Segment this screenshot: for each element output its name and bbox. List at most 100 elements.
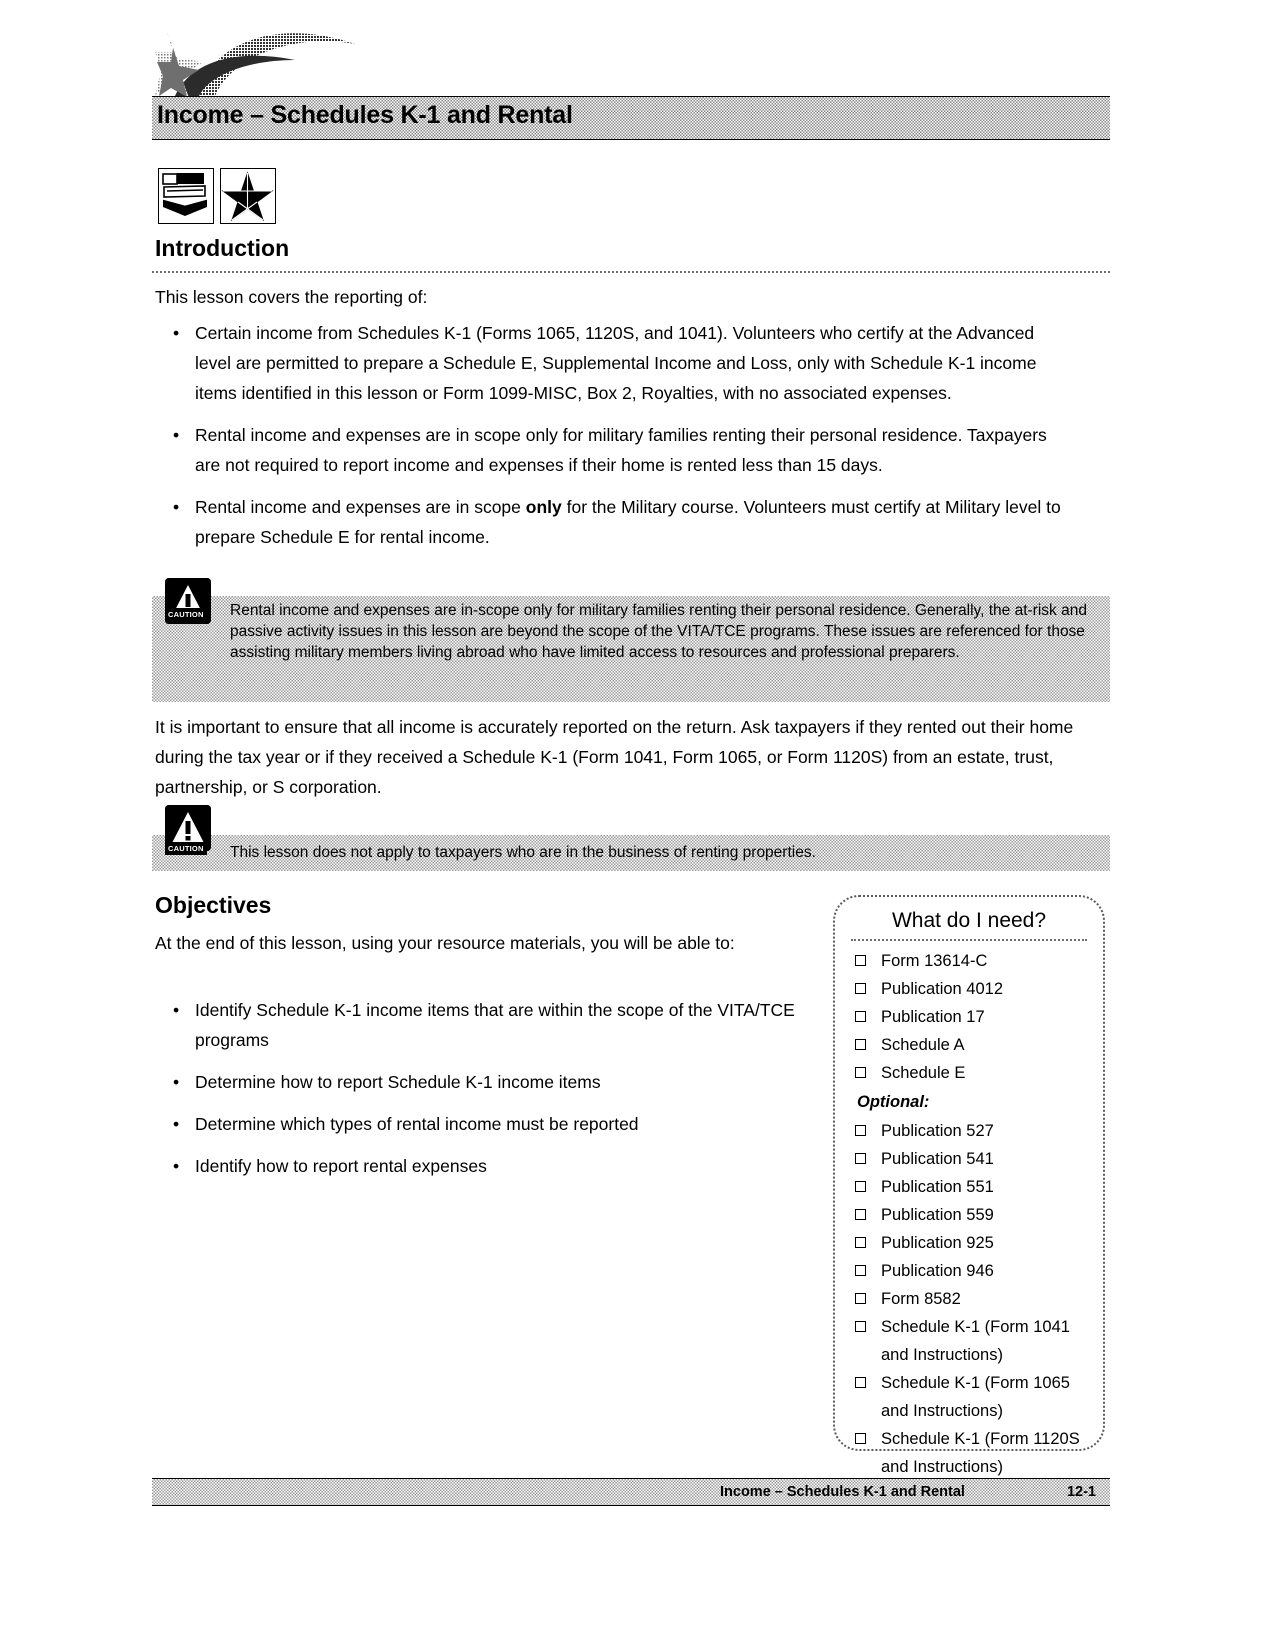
list-item: • Determine which types of rental income… xyxy=(155,1109,815,1139)
body-paragraph: It is important to ensure that all incom… xyxy=(155,717,1074,797)
bullet-dot: • xyxy=(173,497,180,517)
page-footer: Income – Schedules K-1 and Rental 12-1 xyxy=(152,1478,1110,1506)
checkbox[interactable] xyxy=(855,1265,866,1276)
checklist-item-label: Schedule E xyxy=(881,1064,966,1082)
checklist-item[interactable]: Publication 551 xyxy=(851,1173,1093,1201)
list-item-label-pre: Rental income and expenses are in scope xyxy=(195,497,526,517)
caution-box-1: Rental income and expenses are in-scope … xyxy=(152,596,1110,702)
checklist-item[interactable]: Publication 527 xyxy=(851,1117,1093,1145)
header-swoosh-art xyxy=(155,18,415,98)
checklist-item[interactable]: Publication 559 xyxy=(851,1201,1093,1229)
list-item: • Rental income and expenses are in scop… xyxy=(155,420,1070,480)
list-item: • Determine how to report Schedule K-1 i… xyxy=(155,1067,815,1097)
checklist-item-label: Publication 551 xyxy=(881,1178,994,1196)
list-item-label: Determine how to report Schedule K-1 inc… xyxy=(195,1072,601,1092)
checklist-item-label: Publication 541 xyxy=(881,1150,994,1168)
list-item: • Identify how to report rental expenses xyxy=(155,1151,815,1181)
checklist-item[interactable]: Publication 541 xyxy=(851,1145,1093,1173)
caution-box-2-text: This lesson does not apply to taxpayers … xyxy=(230,844,816,861)
list-item-label: Determine which types of rental income m… xyxy=(195,1114,639,1134)
list-item: • Rental income and expenses are in scop… xyxy=(155,492,1070,552)
bullet-dot: • xyxy=(173,1156,180,1176)
checklist-item[interactable]: Publication 946 xyxy=(851,1257,1093,1285)
checklist-item[interactable]: Schedule K-1 (Form 1065 and Instructions) xyxy=(851,1369,1093,1425)
objectives-lead-text: At the end of this lesson, using your re… xyxy=(155,933,735,953)
what-do-i-need-divider xyxy=(851,939,1087,941)
what-do-i-need-list: Form 13614-C Publication 4012 Publication … xyxy=(835,947,1103,1493)
checkbox[interactable] xyxy=(855,1039,866,1050)
checkbox[interactable] xyxy=(855,1153,866,1164)
checklist-item[interactable]: Schedule A xyxy=(851,1031,1093,1059)
checklist-item-label: Publication 17 xyxy=(881,1008,985,1026)
objectives-heading: Objectives xyxy=(155,892,272,918)
checklist-item-label: Optional: xyxy=(857,1093,930,1111)
checkbox[interactable] xyxy=(855,1181,866,1192)
list-item: • Identify Schedule K-1 income items tha… xyxy=(155,995,815,1055)
checkbox[interactable] xyxy=(855,1377,866,1388)
checklist-item-label: Publication 559 xyxy=(881,1206,994,1224)
checklist-item[interactable]: Form 8582 xyxy=(851,1285,1093,1313)
checkbox[interactable] xyxy=(855,1293,866,1304)
caution-box-2: This lesson does not apply to taxpayers … xyxy=(152,835,1110,871)
checklist-item-label: Schedule K-1 (Form 1041 xyxy=(881,1318,1070,1336)
checkbox[interactable] xyxy=(855,1237,866,1248)
intro-lead-text: This lesson covers the reporting of: xyxy=(155,287,428,307)
document-page: Income – Schedules K-1 and Rental Introd… xyxy=(0,0,1275,1650)
checklist-item-label: Publication 527 xyxy=(881,1122,994,1140)
lesson-icon-group xyxy=(158,168,276,224)
bullet-dot: • xyxy=(173,1114,180,1134)
checkbox[interactable] xyxy=(855,955,866,966)
list-item-label: Identify how to report rental expenses xyxy=(195,1156,487,1176)
checklist-item-label: Form 13614-C xyxy=(881,952,988,970)
list-item-label: Certain income from Schedules K-1 (Forms… xyxy=(195,323,1037,403)
checkbox[interactable] xyxy=(855,1067,866,1078)
checkbox[interactable] xyxy=(855,983,866,994)
list-item-label: Rental income and expenses are in scope … xyxy=(195,425,1047,475)
footer-page-number: 12-1 xyxy=(1066,1484,1096,1500)
checklist-item-label-line2: and Instructions) xyxy=(881,1402,1003,1420)
checkbox[interactable] xyxy=(855,1011,866,1022)
checklist-item[interactable]: Form 13614-C xyxy=(851,947,1093,975)
bullet-dot: • xyxy=(173,425,180,445)
books-icon xyxy=(158,168,214,224)
checkbox[interactable] xyxy=(855,1209,866,1220)
bullet-dot: • xyxy=(173,323,180,343)
footer-title: Income – Schedules K-1 and Rental xyxy=(720,1484,965,1500)
what-do-i-need-title: What do I need? xyxy=(891,909,1047,932)
bullet-dot: • xyxy=(173,1072,180,1092)
star-icon xyxy=(220,168,276,224)
checklist-item[interactable]: Publication 17 xyxy=(851,1003,1093,1031)
list-item: • Certain income from Schedules K-1 (For… xyxy=(155,318,1070,408)
checklist-item-label: Schedule A xyxy=(881,1036,965,1054)
checklist-item-label: Publication 946 xyxy=(881,1262,994,1280)
checklist-item-label: Form 8582 xyxy=(881,1290,961,1308)
caution-box-1-tag: CAUTION xyxy=(165,608,207,621)
checklist-item[interactable]: Schedule K-1 (Form 1120S and Instructions… xyxy=(851,1425,1093,1481)
checkbox[interactable] xyxy=(855,1433,866,1444)
page-title: Introduction xyxy=(155,235,290,261)
what-do-i-need-box: What do I need? Form 13614-C Publication … xyxy=(833,895,1105,1476)
objectives-list: • Identify Schedule K-1 income items tha… xyxy=(155,995,815,1193)
lesson-title-bar: Income – Schedules K-1 and Rental xyxy=(152,96,1110,140)
checklist-item[interactable]: Schedule K-1 (Form 1041 and Instructions) xyxy=(851,1313,1093,1369)
list-item-label-emphasis: only xyxy=(525,497,562,517)
list-item-label: Identify Schedule K-1 income items that … xyxy=(195,1000,795,1050)
checklist-item-label-line2: and Instructions) xyxy=(881,1458,1003,1476)
checklist-subheading: Optional: xyxy=(851,1087,1093,1117)
checkbox[interactable] xyxy=(855,1321,866,1332)
checklist-item-label: Schedule K-1 (Form 1120S xyxy=(881,1430,1080,1448)
caution-box-1-text: Rental income and expenses are in-scope … xyxy=(230,602,1087,661)
caution-box-2-tag: CAUTION xyxy=(165,842,207,855)
lesson-title: Income – Schedules K-1 and Rental xyxy=(157,101,573,129)
checklist-item-label: Schedule K-1 (Form 1065 xyxy=(881,1374,1070,1392)
intro-bullet-list: • Certain income from Schedules K-1 (For… xyxy=(155,318,1070,564)
checklist-item-label: Publication 4012 xyxy=(881,980,1004,998)
checkbox[interactable] xyxy=(855,1125,866,1136)
checklist-item-label: Publication 925 xyxy=(881,1234,994,1252)
checklist-item[interactable]: Publication 925 xyxy=(851,1229,1093,1257)
checklist-item-label-line2: and Instructions) xyxy=(881,1346,1003,1364)
checklist-item[interactable]: Publication 4012 xyxy=(851,975,1093,1003)
introduction-divider xyxy=(152,271,1110,273)
checklist-item[interactable]: Schedule E xyxy=(851,1059,1093,1087)
bullet-dot: • xyxy=(173,1000,180,1020)
